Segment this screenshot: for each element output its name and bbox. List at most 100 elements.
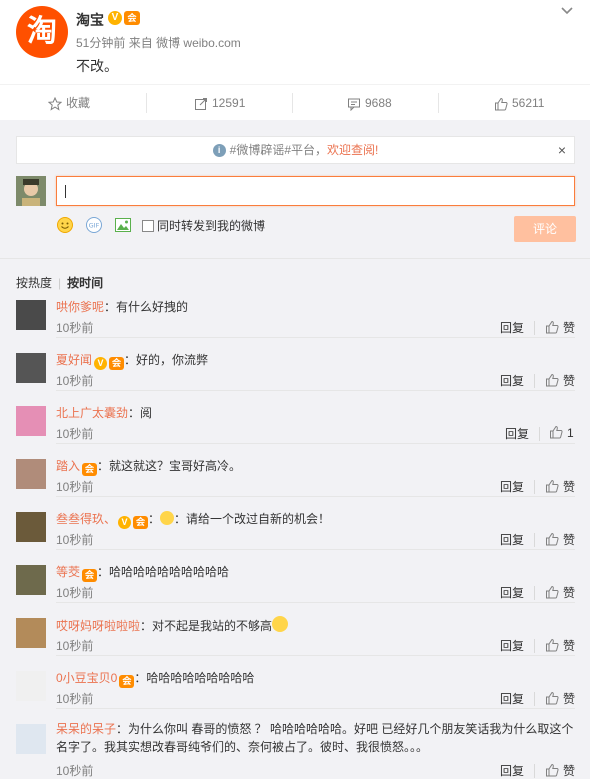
forward-option[interactable]: 同时转发到我的微博 — [142, 217, 322, 234]
commenter-avatar[interactable] — [16, 300, 46, 330]
divider — [534, 533, 535, 547]
reply-button[interactable]: 回复 — [500, 584, 524, 601]
author-name[interactable]: 淘宝 — [76, 10, 104, 30]
reply-button[interactable]: 回复 — [500, 478, 524, 495]
reply-button[interactable]: 回复 — [505, 425, 529, 442]
favorite-button[interactable]: 收藏 — [47, 85, 91, 121]
comment-count: 9688 — [365, 96, 392, 110]
commenter-avatar[interactable] — [16, 724, 46, 754]
sort-separator: | — [58, 276, 62, 290]
thumbs-up-icon — [550, 425, 563, 439]
comment-like-button[interactable]: 赞 — [545, 531, 575, 548]
commenter-name[interactable]: 呆呆的呆子 — [56, 722, 116, 736]
post-header: 淘 淘宝 V 会 51分钟前 来自 微博 weibo.com 不改。 — [0, 0, 590, 84]
comment-text: ：哈哈哈哈哈哈哈哈哈 — [134, 671, 255, 685]
comment-line: 北上广太囊劲：阅 — [56, 404, 576, 422]
divider — [56, 602, 575, 603]
commenter-name[interactable]: 叁叁得玖、 — [56, 512, 116, 526]
my-avatar[interactable] — [16, 176, 46, 206]
comment-text: ：好的，你流弊 — [124, 353, 209, 367]
author-avatar[interactable]: 淘 — [16, 6, 68, 58]
comment-like-button[interactable]: 赞 — [545, 762, 575, 779]
divider — [534, 764, 535, 778]
member-badge-icon: 会 — [82, 569, 98, 582]
divider — [56, 496, 575, 497]
comment-button[interactable]: 9688 — [347, 85, 392, 121]
comment-like-button[interactable]: 赞 — [545, 584, 575, 601]
post-source[interactable]: 微博 weibo.com — [156, 36, 241, 50]
commenter-name[interactable]: 踏入 — [56, 459, 80, 473]
comment-time: 10秒前 — [56, 533, 94, 547]
comment-like-button[interactable]: 赞 — [545, 637, 575, 654]
divider — [56, 549, 575, 550]
comment-time: 10秒前 — [56, 480, 94, 494]
reply-button[interactable]: 回复 — [500, 637, 524, 654]
sort-by-hot[interactable]: 按热度 — [16, 276, 52, 290]
text-caret — [65, 185, 66, 198]
commenter-avatar[interactable] — [16, 565, 46, 595]
repost-button[interactable]: 12591 — [194, 85, 245, 121]
commenter-avatar[interactable] — [16, 671, 46, 701]
comment-like-label: 赞 — [563, 764, 576, 778]
emoji-icon[interactable] — [56, 216, 74, 234]
reply-button[interactable]: 回复 — [500, 319, 524, 336]
thumbs-up-icon — [546, 691, 559, 705]
notice-text[interactable]: #微博辟谣#平台， — [230, 143, 327, 157]
comment-like-button[interactable]: 赞 — [545, 690, 575, 707]
commenter-name[interactable]: 夏好闻 — [56, 353, 92, 367]
thumbs-up-icon — [546, 532, 559, 546]
commenter-badges: 会 — [117, 671, 135, 689]
commenter-avatar[interactable] — [16, 512, 46, 542]
comment-time: 10秒前 — [56, 321, 94, 335]
member-badge-icon: 会 — [109, 357, 125, 370]
thumbs-up-icon — [546, 585, 559, 599]
image-icon[interactable] — [114, 216, 132, 234]
like-button[interactable]: 56211 — [494, 85, 544, 121]
commenter-name[interactable]: 哄你爹呢 — [56, 300, 104, 314]
divider — [292, 93, 293, 113]
submit-comment-button[interactable]: 评论 — [514, 216, 576, 242]
emoji-icon — [272, 616, 289, 632]
reply-button[interactable]: 回复 — [500, 762, 524, 779]
forward-checkbox[interactable] — [142, 220, 154, 232]
commenter-name[interactable]: 哎呀妈呀啦啦啦 — [56, 619, 140, 633]
comment-like-label: 赞 — [563, 586, 576, 600]
reply-button[interactable]: 回复 — [500, 531, 524, 548]
close-icon[interactable]: × — [558, 137, 566, 163]
divider — [534, 586, 535, 600]
chevron-down-icon[interactable] — [558, 2, 576, 20]
reply-button[interactable]: 回复 — [500, 372, 524, 389]
commenter-name[interactable]: 0小豆宝贝0 — [56, 671, 117, 685]
emoji-icon — [160, 511, 175, 525]
repost-count: 12591 — [212, 96, 246, 110]
comment-text: ：为什么你叫 春哥的愤怒 ？ 哈哈哈哈哈哈。好吧 已经好几个朋友笑话我为什么取这… — [56, 722, 574, 754]
comment-like-button[interactable]: 赞 — [545, 372, 575, 389]
comment-like-button[interactable]: 1 — [549, 425, 574, 440]
commenter-name[interactable]: 等茭 — [56, 565, 80, 579]
divider — [534, 692, 535, 706]
comment-like-button[interactable]: 赞 — [545, 319, 575, 336]
rumor-notice: i #微博辟谣#平台，欢迎查阅! × — [16, 136, 575, 164]
comment-line: 夏好闻 V 会：好的，你流弊 — [56, 351, 576, 371]
favorite-label: 收藏 — [66, 96, 91, 110]
comment-text: ：就这就这？宝哥好高冷。 — [97, 459, 242, 473]
comment-line: 等茭会：哈哈哈哈哈哈哈哈哈哈 — [56, 563, 576, 583]
gif-icon[interactable]: GIF — [85, 216, 103, 234]
commenter-avatar[interactable] — [16, 406, 46, 436]
verified-icon: V — [118, 516, 132, 529]
reply-button[interactable]: 回复 — [500, 690, 524, 707]
sort-by-time[interactable]: 按时间 — [67, 276, 103, 290]
divider — [146, 93, 147, 113]
verified-icon: V — [94, 357, 108, 370]
post-time[interactable]: 51分钟前 — [76, 36, 125, 50]
comment-like-button[interactable]: 赞 — [545, 478, 575, 495]
commenter-avatar[interactable] — [16, 618, 46, 648]
divider — [56, 443, 575, 444]
notice-link[interactable]: 欢迎查阅! — [327, 143, 378, 157]
comment-input[interactable] — [56, 176, 575, 206]
commenter-avatar[interactable] — [16, 353, 46, 383]
thumbs-up-icon — [546, 320, 559, 334]
commenter-name[interactable]: 北上广太囊劲 — [56, 406, 128, 420]
member-badge-icon: 会 — [124, 11, 140, 25]
commenter-avatar[interactable] — [16, 459, 46, 489]
